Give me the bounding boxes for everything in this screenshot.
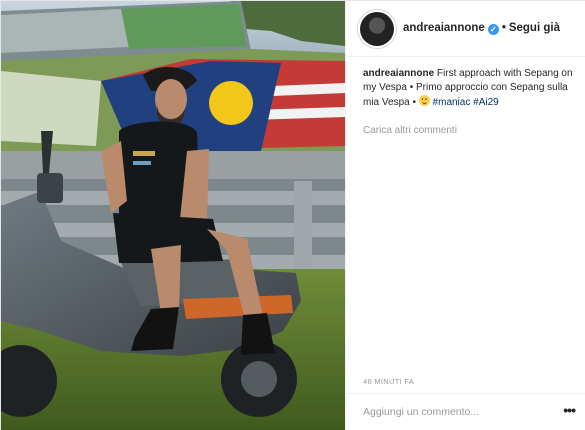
hashtag-link[interactable]: #maniac [433, 97, 471, 108]
header-username[interactable]: andreaiannone [403, 22, 485, 34]
post-sidebar: andreaiannone ✓ • Segui già andreaiannone F… [345, 1, 585, 430]
instagram-post: andreaiannone ✓ • Segui già andreaiannone F… [0, 0, 585, 430]
smile-emoji-icon [418, 95, 430, 106]
caption: andreaiannone First approach with Sepang… [363, 67, 575, 110]
caption-username[interactable]: andreaiannone [363, 68, 434, 79]
comment-input[interactable]: Aggiungi un commento... [363, 406, 479, 418]
comment-bar: Aggiungi un commento... ••• [346, 393, 585, 430]
post-photo[interactable] [1, 1, 345, 430]
post-header: andreaiannone ✓ • Segui già [346, 1, 585, 57]
separator-dot: • [501, 22, 506, 34]
post-photo-image [1, 1, 345, 430]
hashtag-link[interactable]: #Ai29 [473, 97, 499, 108]
avatar[interactable] [360, 12, 394, 46]
following-button[interactable]: Segui già [509, 22, 560, 34]
more-options-icon[interactable]: ••• [563, 402, 576, 418]
load-more-comments-link[interactable]: Carica altri commenti [363, 125, 457, 136]
verified-badge-icon: ✓ [487, 24, 499, 35]
post-timestamp[interactable]: 46 MINUTI FA [363, 377, 414, 386]
header-line: andreaiannone ✓ • Segui già [403, 22, 560, 35]
